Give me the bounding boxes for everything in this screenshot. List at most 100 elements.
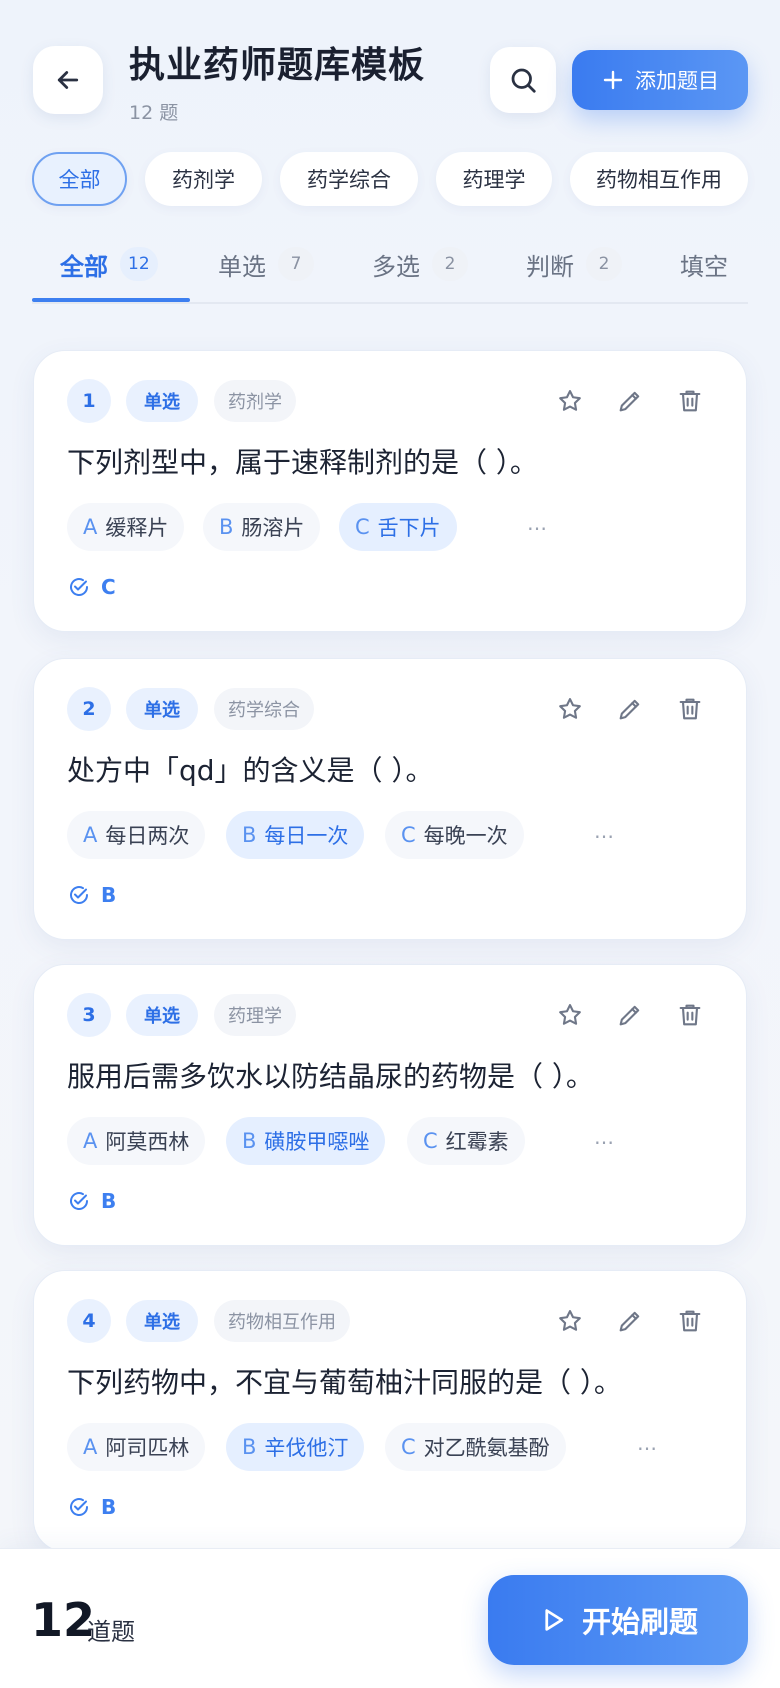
delete-button[interactable]	[672, 997, 708, 1033]
question-count: 12 题	[129, 102, 179, 124]
option-letter: B	[219, 515, 234, 539]
tab-all[interactable]: 全部 12	[60, 240, 158, 288]
option-c: C 对乙酰氨基酚	[385, 1423, 566, 1471]
subject-badge: 药理学	[214, 994, 296, 1036]
option-letter: A	[83, 1129, 98, 1153]
option-letter: C	[401, 823, 416, 847]
tab-count: 2	[432, 247, 468, 281]
question-text: 下列剂型中，属于速释制剂的是（ ）。	[67, 446, 538, 479]
option-b: B 辛伐他汀	[226, 1423, 365, 1471]
search-icon	[511, 68, 536, 93]
option-letter: B	[242, 1435, 257, 1459]
favorite-button[interactable]	[552, 997, 588, 1033]
edit-button[interactable]	[612, 691, 648, 727]
option-text: 每晚一次	[423, 824, 508, 848]
answer-row: B	[67, 1495, 116, 1519]
subject-badge: 药剂学	[214, 380, 296, 422]
answer-value: C	[101, 575, 116, 599]
tab-count: 2	[586, 247, 622, 281]
option-letter: A	[83, 515, 98, 539]
option-list: A 缓释片 B 肠溶片 C 舌下片 …	[67, 503, 727, 551]
option-text: 对乙酰氨基酚	[423, 1436, 550, 1460]
category-chip-pharmaceutics[interactable]: 药剂学	[145, 152, 262, 206]
trash-icon	[679, 1310, 701, 1332]
option-a: A 缓释片	[67, 503, 185, 551]
back-button[interactable]	[33, 46, 103, 114]
tab-multiple[interactable]: 多选 2	[372, 240, 468, 288]
question-card[interactable]: 2 单选 药学综合 处方中「qd」的含义是（ ）。 A 每日两次 B 每日一次 C每…	[33, 658, 747, 940]
option-text: 肠溶片	[241, 516, 305, 540]
option-c: C 每晚一次	[385, 811, 524, 859]
more-options: …	[594, 1125, 614, 1149]
option-letter: B	[242, 1129, 257, 1153]
option-text: 红霉素	[445, 1130, 509, 1154]
question-text: 处方中「qd」的含义是（ ）。	[67, 754, 434, 787]
category-chip-comprehensive[interactable]: 药学综合	[280, 152, 418, 206]
option-a: A 每日两次	[67, 811, 206, 859]
edit-button[interactable]	[612, 1303, 648, 1339]
question-number: 3	[67, 993, 111, 1037]
check-circle-icon	[70, 886, 89, 904]
tab-label: 多选	[372, 252, 420, 281]
tab-label: 全部	[60, 252, 108, 281]
question-card[interactable]: 4 单选 药物相互作用 下列药物中，不宜与葡萄柚汁同服的是（ ）。 A 阿司匹林 …	[33, 1270, 747, 1552]
tab-single[interactable]: 单选 7	[218, 240, 314, 288]
question-type-badge: 单选	[126, 994, 198, 1036]
option-c: C 舌下片	[339, 503, 457, 551]
delete-button[interactable]	[672, 383, 708, 419]
question-number: 1	[67, 379, 111, 423]
pencil-icon	[619, 391, 640, 412]
option-list: A 阿莫西林 B 磺胺甲噁唑 C 红霉素 …	[67, 1117, 727, 1165]
question-type-badge: 单选	[126, 1300, 198, 1342]
delete-button[interactable]	[672, 691, 708, 727]
tab-fill[interactable]: 填空	[680, 240, 728, 288]
check-circle-icon	[70, 1192, 89, 1210]
option-b: B 磺胺甲噁唑	[226, 1117, 386, 1165]
bottom-bar: 12 道题 开始刷题	[0, 1548, 780, 1688]
star-icon	[559, 1310, 581, 1331]
total-count: 12	[31, 1593, 96, 1647]
answer-row: B	[67, 1189, 116, 1213]
trash-icon	[679, 1004, 701, 1026]
question-text: 服用后需多饮水以防结晶尿的药物是（ ）。	[67, 1060, 594, 1093]
category-chip-pharmacology[interactable]: 药理学	[436, 152, 552, 206]
option-text: 每日两次	[105, 824, 190, 848]
tab-count: 12	[120, 247, 158, 281]
tab-label: 判断	[526, 252, 574, 281]
start-practice-button[interactable]: 开始刷题	[488, 1575, 748, 1665]
option-text: 辛伐他汀	[264, 1436, 349, 1460]
option-letter: C	[355, 515, 370, 539]
more-options: …	[527, 511, 547, 535]
option-letter: C	[401, 1435, 416, 1459]
header: 执业药师题库模板 12 题 添加题目	[0, 0, 780, 140]
option-list: A 每日两次 B 每日一次 C 每晚一次 …	[67, 811, 727, 859]
favorite-button[interactable]	[552, 691, 588, 727]
more-options: …	[594, 819, 614, 843]
star-icon	[559, 698, 581, 719]
edit-button[interactable]	[612, 997, 648, 1033]
edit-button[interactable]	[612, 383, 648, 419]
question-card[interactable]: 1 单选 药剂学 下列剂型中，属于速释制剂的是（ ）。 A 缓释片 B 肠溶片 C舌…	[33, 350, 747, 632]
option-text: 舌下片	[377, 516, 441, 540]
add-question-button[interactable]: 添加题目	[572, 50, 748, 110]
delete-button[interactable]	[672, 1303, 708, 1339]
favorite-button[interactable]	[552, 383, 588, 419]
subject-badge: 药物相互作用	[214, 1300, 350, 1342]
star-icon	[559, 390, 581, 411]
question-card[interactable]: 3 单选 药理学 服用后需多饮水以防结晶尿的药物是（ ）。 A 阿莫西林 B 磺胺甲…	[33, 964, 747, 1246]
category-chip-interactions[interactable]: 药物相互作用	[570, 152, 748, 206]
answer-value: B	[101, 1495, 117, 1519]
category-chip-all[interactable]: 全部	[32, 152, 127, 206]
star-icon	[559, 1004, 581, 1025]
option-b: B 肠溶片	[203, 503, 321, 551]
category-filter: 全部 药剂学 药学综合 药理学 药物相互作用	[32, 152, 780, 208]
trash-icon	[679, 698, 701, 720]
option-letter: A	[83, 1435, 98, 1459]
tab-judge[interactable]: 判断 2	[526, 240, 622, 288]
search-button[interactable]	[490, 47, 556, 113]
active-tab-indicator	[32, 298, 190, 302]
page-title: 执业药师题库模板	[129, 45, 426, 86]
option-a: A 阿司匹林	[67, 1423, 206, 1471]
favorite-button[interactable]	[552, 1303, 588, 1339]
question-text: 下列药物中，不宜与葡萄柚汁同服的是（ ）。	[67, 1366, 622, 1399]
